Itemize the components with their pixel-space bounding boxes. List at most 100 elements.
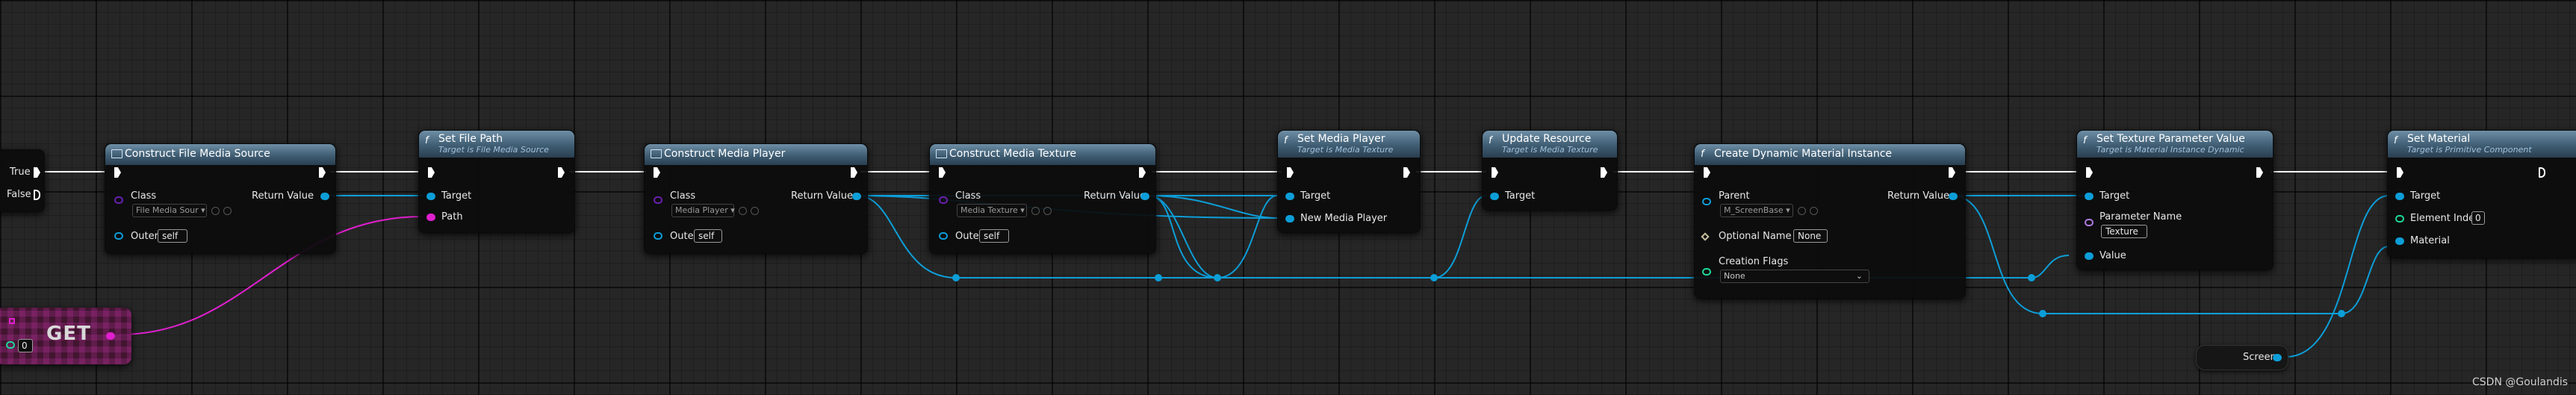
wire-reroute-dot[interactable] bbox=[1155, 274, 1162, 282]
set-texture-parameter-value-node[interactable]: f Set Texture Parameter Value Target is Ma… bbox=[2076, 130, 2274, 270]
class-pin[interactable] bbox=[939, 196, 948, 204]
path-pin[interactable] bbox=[426, 214, 435, 221]
return-value-label: Return Value bbox=[1084, 190, 1146, 202]
exec-out-pin[interactable] bbox=[1601, 167, 1607, 178]
branch-false-exec-pin[interactable] bbox=[34, 190, 40, 200]
set-media-player-node[interactable]: f Set Media Player Target is Media Texture… bbox=[1277, 130, 1421, 233]
target-pin[interactable] bbox=[426, 193, 435, 200]
exec-in-pin[interactable] bbox=[654, 167, 660, 178]
exec-out-pin[interactable] bbox=[2256, 167, 2263, 178]
wire-reroute-dot[interactable] bbox=[2028, 274, 2035, 282]
exec-out-pin[interactable] bbox=[558, 167, 565, 178]
chevron-down-icon: ⌄ bbox=[1855, 271, 1863, 281]
parent-pin[interactable] bbox=[1702, 198, 1711, 205]
exec-out-pin[interactable] bbox=[1139, 167, 1146, 178]
index-pin[interactable] bbox=[6, 341, 15, 349]
array-get-node[interactable]: GET 0 bbox=[0, 308, 131, 364]
get-output-pin[interactable] bbox=[106, 332, 115, 340]
set-file-path-node[interactable]: f Set File Path Target is File Media Sourc… bbox=[418, 130, 575, 233]
exec-in-pin[interactable] bbox=[2086, 167, 2093, 178]
exec-in-pin[interactable] bbox=[1704, 167, 1710, 178]
array-input-pin[interactable] bbox=[9, 318, 15, 324]
exec-out-pin[interactable] bbox=[2539, 167, 2545, 178]
exec-in-pin[interactable] bbox=[1492, 167, 1498, 178]
exec-out-pin[interactable] bbox=[1949, 167, 1955, 178]
exec-in-pin[interactable] bbox=[114, 167, 121, 178]
branch-node-fragment[interactable]: True False bbox=[0, 149, 45, 212]
class-dropdown[interactable]: Media Player ▾ bbox=[671, 204, 735, 217]
target-pin[interactable] bbox=[1490, 193, 1499, 200]
browse-icon[interactable] bbox=[1798, 207, 1806, 215]
browse-icon[interactable] bbox=[1031, 207, 1040, 215]
outer-pin[interactable] bbox=[114, 232, 123, 240]
return-value-pin[interactable] bbox=[1140, 193, 1149, 200]
construct-file-media-source-node[interactable]: cConstruct File Media Source Class File … bbox=[105, 143, 336, 254]
parent-dropdown[interactable]: M_ScreenBase ▾ bbox=[1720, 204, 1793, 217]
class-dropdown[interactable]: Media Texture ▾ bbox=[957, 204, 1027, 217]
target-pin[interactable] bbox=[1285, 193, 1294, 200]
path-label: Path bbox=[441, 211, 463, 223]
element-index-field[interactable]: 0 bbox=[2471, 211, 2485, 225]
target-label: Target bbox=[1300, 190, 1331, 202]
browse-icon[interactable] bbox=[739, 207, 747, 215]
construct-media-texture-node[interactable]: cConstruct Media Texture Class Media Tex… bbox=[929, 143, 1156, 254]
branch-true-exec-pin[interactable] bbox=[34, 167, 40, 178]
function-icon: f bbox=[1284, 135, 1288, 146]
exec-out-pin[interactable] bbox=[1403, 167, 1410, 178]
return-value-pin[interactable] bbox=[1949, 193, 1958, 200]
exec-in-pin[interactable] bbox=[1287, 167, 1294, 178]
construct-icon: c bbox=[651, 149, 662, 158]
branch-false-label: False bbox=[7, 189, 31, 200]
exec-in-pin[interactable] bbox=[2397, 167, 2403, 178]
optional-name-pin[interactable] bbox=[1701, 232, 1710, 241]
creation-flags-dropdown[interactable]: None ⌄ bbox=[1720, 270, 1869, 283]
exec-in-pin[interactable] bbox=[939, 167, 946, 178]
outer-field[interactable]: self bbox=[979, 229, 1009, 243]
search-icon[interactable] bbox=[751, 207, 759, 215]
get-node-label: GET bbox=[46, 323, 91, 345]
class-pin[interactable] bbox=[654, 196, 662, 204]
class-dropdown[interactable]: File Media Sour ▾ bbox=[132, 204, 207, 217]
index-field[interactable]: 0 bbox=[18, 339, 33, 352]
target-pin[interactable] bbox=[2085, 193, 2094, 200]
return-value-pin[interactable] bbox=[852, 193, 861, 200]
wire-reroute-dot[interactable] bbox=[1430, 274, 1438, 282]
value-label: Value bbox=[2099, 250, 2126, 261]
screen-variable-node[interactable]: Screen bbox=[2196, 345, 2288, 370]
parameter-name-pin[interactable] bbox=[2085, 219, 2094, 226]
search-icon[interactable] bbox=[1043, 207, 1052, 215]
parameter-name-field[interactable]: Texture bbox=[2101, 225, 2147, 238]
value-pin[interactable] bbox=[2085, 252, 2094, 260]
optional-name-field[interactable]: None bbox=[1793, 229, 1828, 243]
wire-reroute-dot[interactable] bbox=[952, 274, 960, 282]
wire-reroute-dot[interactable] bbox=[2039, 310, 2046, 317]
construct-icon: c bbox=[111, 149, 122, 158]
exec-out-pin[interactable] bbox=[319, 167, 326, 178]
class-pin[interactable] bbox=[114, 196, 123, 204]
return-value-pin[interactable] bbox=[320, 193, 329, 200]
material-pin[interactable] bbox=[2395, 237, 2404, 245]
search-icon[interactable] bbox=[1810, 207, 1818, 215]
construct-media-player-node[interactable]: cConstruct Media Player Class Media Play… bbox=[644, 143, 868, 254]
element-index-pin[interactable] bbox=[2395, 215, 2404, 223]
wire-reroute-dot[interactable] bbox=[2338, 310, 2345, 317]
node-title: Create Dynamic Material Instance bbox=[1714, 148, 1893, 160]
wire-reroute-dot[interactable] bbox=[1214, 274, 1221, 282]
exec-out-pin[interactable] bbox=[851, 167, 857, 178]
search-icon[interactable] bbox=[223, 207, 232, 215]
target-label: Target bbox=[441, 190, 472, 202]
target-label: Target bbox=[2410, 190, 2441, 202]
create-dynamic-material-instance-node[interactable]: f Create Dynamic Material Instance Parent… bbox=[1694, 143, 1966, 299]
new-media-player-pin[interactable] bbox=[1285, 215, 1294, 223]
outer-field[interactable]: self bbox=[694, 229, 722, 243]
creation-flags-pin[interactable] bbox=[1702, 268, 1711, 276]
update-resource-node[interactable]: f Update Resource Target is Media Texture … bbox=[1482, 130, 1618, 211]
set-material-node[interactable]: f Set Material Target is Primitive Compone… bbox=[2387, 130, 2576, 258]
outer-pin[interactable] bbox=[654, 232, 662, 240]
outer-pin[interactable] bbox=[939, 232, 948, 240]
screen-output-pin[interactable] bbox=[2273, 354, 2282, 361]
target-pin[interactable] bbox=[2395, 193, 2404, 200]
outer-field[interactable]: self bbox=[158, 229, 187, 243]
exec-in-pin[interactable] bbox=[428, 167, 435, 178]
browse-icon[interactable] bbox=[211, 207, 220, 215]
